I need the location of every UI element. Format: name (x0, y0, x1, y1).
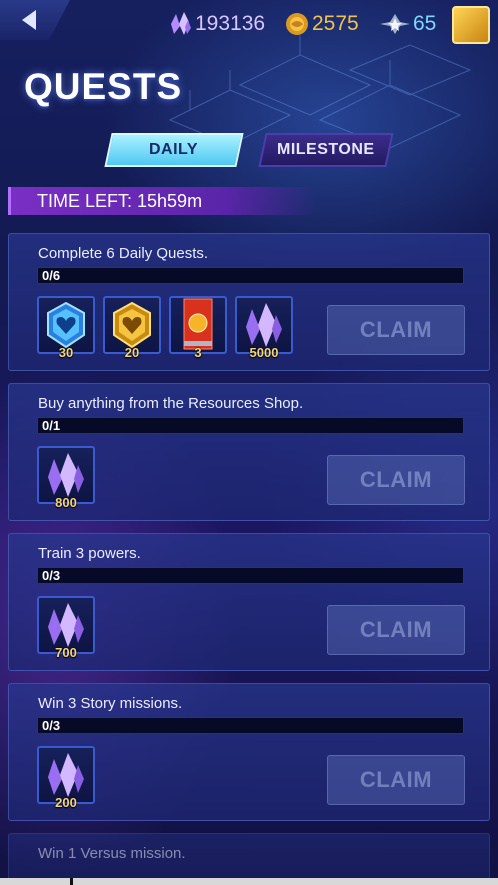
crystal-counter[interactable]: 193136 (170, 10, 265, 38)
star-counter[interactable]: 65 (380, 10, 436, 38)
tab-daily-label: DAILY (149, 141, 199, 158)
tab-daily[interactable]: DAILY (104, 133, 244, 167)
claim-button[interactable]: CLAIM (327, 605, 465, 655)
quest-card: Complete 6 Daily Quests. 0/6 30 20 3 500… (8, 233, 490, 371)
quest-title: Win 3 Story missions. (38, 695, 183, 712)
crystal-count: 193136 (195, 12, 266, 35)
crystal-icon (48, 453, 84, 497)
reward-list: 200 (37, 746, 95, 810)
reward-count: 700 (55, 645, 77, 660)
tab-milestone-label: MILESTONE (277, 141, 375, 158)
quest-progress-bar: 0/3 (37, 567, 464, 584)
reward-item[interactable]: 30 (37, 296, 95, 360)
reward-item[interactable]: 800 (37, 446, 95, 510)
crystal-icon (246, 303, 282, 347)
reward-list: 30 20 3 5000 (37, 296, 293, 360)
progress-text: 0/1 (42, 418, 61, 433)
reward-list: 700 (37, 596, 95, 660)
crystal-icon (171, 12, 191, 35)
quest-title: Train 3 powers. (38, 545, 141, 562)
reward-count: 200 (55, 795, 77, 810)
crystal-icon (48, 753, 84, 797)
quest-progress-bar: 0/3 (37, 717, 464, 734)
reward-item[interactable]: 200 (37, 746, 95, 810)
scrollbar-thumb[interactable] (70, 878, 73, 885)
quest-title: Win 1 Versus mission. (38, 845, 186, 862)
top-bar: 193136 2575 65 (0, 0, 498, 48)
progress-text: 0/3 (42, 568, 61, 583)
claim-button[interactable]: CLAIM (327, 455, 465, 505)
quest-card: Train 3 powers. 0/3 700 CLAIM (8, 533, 490, 671)
quest-card: Win 3 Story missions. 0/3 200 CLAIM (8, 683, 490, 821)
page-title: QUESTS (24, 66, 183, 107)
progress-text: 0/6 (42, 268, 61, 283)
gold-heart-badge-icon (113, 301, 151, 349)
reward-item[interactable]: 20 (103, 296, 161, 360)
blue-heart-badge-icon (47, 301, 85, 349)
time-left-banner: TIME LEFT: 15h59m (8, 187, 318, 215)
back-button[interactable] (0, 0, 70, 40)
star-badge-icon (380, 14, 410, 34)
gold-count: 2575 (312, 12, 359, 35)
reward-item[interactable]: 700 (37, 596, 95, 660)
reward-count: 800 (55, 495, 77, 510)
reward-list: 800 (37, 446, 95, 510)
quest-progress-bar: 0/1 (37, 417, 464, 434)
progress-text: 0/3 (42, 718, 61, 733)
player-avatar[interactable] (452, 6, 490, 44)
claim-button[interactable]: CLAIM (327, 755, 465, 805)
holographic-city-decoration (168, 35, 472, 149)
claim-button[interactable]: CLAIM (327, 305, 465, 355)
gold-coin-icon (286, 13, 308, 35)
reward-count: 3 (194, 345, 202, 360)
quest-title: Complete 6 Daily Quests. (38, 245, 209, 262)
reward-count: 30 (58, 345, 74, 360)
reward-item[interactable]: 3 (169, 296, 227, 360)
crystal-icon (48, 603, 84, 647)
quest-card: Buy anything from the Resources Shop. 0/… (8, 383, 490, 521)
star-count: 65 (413, 12, 437, 35)
reward-item[interactable]: 5000 (235, 296, 293, 360)
gold-counter[interactable]: 2575 (285, 10, 359, 38)
bottom-scrollbar[interactable] (0, 878, 498, 885)
reward-count: 20 (124, 345, 140, 360)
back-arrow-icon (22, 10, 36, 30)
quest-progress-bar: 0/6 (37, 267, 464, 284)
reward-count: 5000 (249, 345, 279, 360)
tab-milestone[interactable]: MILESTONE (258, 133, 394, 167)
quest-title: Buy anything from the Resources Shop. (38, 395, 304, 412)
